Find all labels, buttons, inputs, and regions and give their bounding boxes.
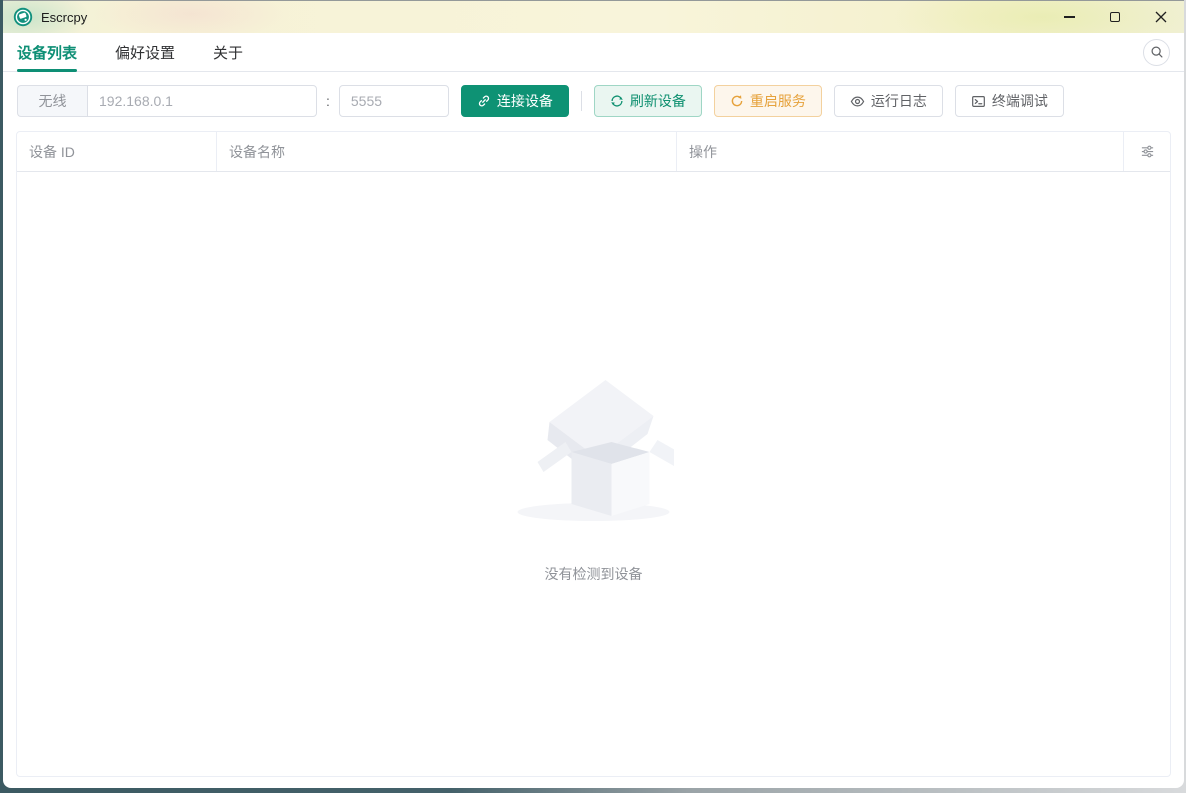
tab-device-list-label: 设备列表	[17, 44, 78, 62]
minimize-icon	[1063, 16, 1075, 18]
refresh-devices-button[interactable]: 刷新设备	[593, 85, 702, 117]
sliders-icon	[1141, 145, 1153, 158]
device-table: 设备 ID 设备名称 操作 没有检测到设备	[16, 131, 1171, 777]
refresh-devices-label: 刷新设备	[629, 93, 686, 109]
close-icon	[1155, 11, 1167, 23]
ip-address-input[interactable]	[87, 85, 317, 117]
tab-about[interactable]: 关于	[213, 33, 243, 71]
search-icon	[1150, 46, 1163, 58]
refresh-right-icon	[731, 95, 743, 107]
wireless-label: 无线	[17, 85, 87, 117]
connect-device-button[interactable]: 连接设备	[460, 85, 569, 117]
toolbar-divider	[580, 91, 582, 111]
eye-icon	[850, 95, 865, 107]
empty-box-illustration	[517, 380, 674, 521]
tab-about-label: 关于	[213, 44, 244, 62]
close-button[interactable]	[1138, 1, 1184, 33]
device-toolbar: 无线 : 连接设备 刷新设备	[3, 72, 1184, 117]
search-button[interactable]	[1143, 38, 1170, 66]
column-header-device-name: 设备名称	[217, 132, 677, 171]
column-settings-button[interactable]	[1124, 132, 1170, 171]
app-logo-icon	[13, 7, 33, 27]
minimize-button[interactable]	[1046, 1, 1092, 33]
tab-bar: 设备列表 偏好设置 关于	[3, 33, 1184, 72]
device-table-header: 设备 ID 设备名称 操作	[17, 132, 1170, 172]
window-title: Escrcpy	[41, 9, 88, 25]
window-controls	[1046, 1, 1184, 33]
link-icon	[478, 95, 490, 107]
wireless-address-group: 无线	[17, 85, 317, 117]
app-window: Escrcpy 设备列表 偏好设置 关于 无线 192.168.0.1: 55…	[3, 0, 1184, 788]
run-logs-button[interactable]: 运行日志	[833, 85, 943, 117]
terminal-icon	[971, 95, 985, 107]
tab-preferences[interactable]: 偏好设置	[115, 33, 175, 71]
connect-device-label: 连接设备	[496, 93, 553, 109]
port-input[interactable]	[338, 85, 449, 117]
terminal-debug-label: 终端调试	[991, 93, 1048, 109]
restart-service-label: 重启服务	[749, 93, 806, 109]
restart-service-button[interactable]: 重启服务	[713, 85, 822, 117]
run-logs-label: 运行日志	[870, 93, 927, 109]
tab-device-list[interactable]: 设备列表	[17, 33, 78, 72]
title-bar: Escrcpy	[3, 1, 1184, 33]
tab-preferences-label: 偏好设置	[115, 44, 176, 62]
column-header-device-id: 设备 ID	[17, 132, 217, 171]
maximize-icon	[1110, 12, 1120, 22]
device-table-body: 没有检测到设备	[17, 172, 1170, 776]
refresh-icon	[611, 95, 623, 107]
empty-state-text: 没有检测到设备	[544, 566, 643, 582]
terminal-debug-button[interactable]: 终端调试	[954, 85, 1064, 117]
maximize-button[interactable]	[1092, 1, 1138, 33]
port-separator: :	[326, 93, 330, 109]
column-header-operations: 操作	[677, 132, 1124, 171]
